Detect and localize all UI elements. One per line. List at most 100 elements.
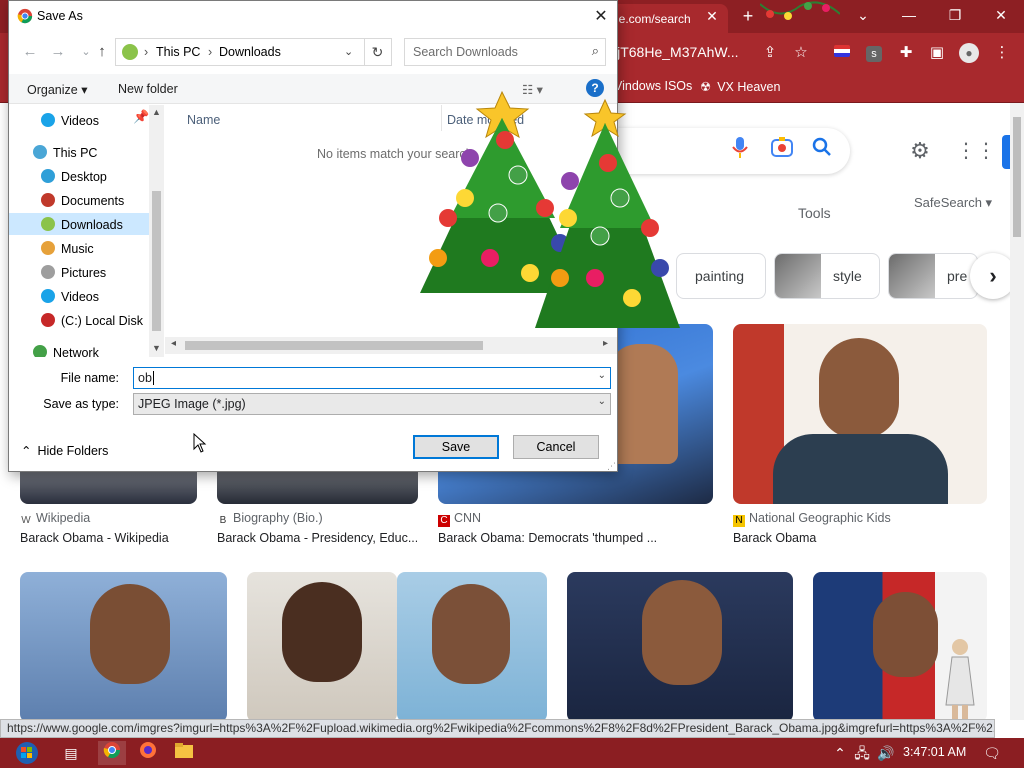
scroll-left-icon[interactable]: ◂: [171, 338, 176, 349]
result-title[interactable]: Barack Obama: Democrats 'thumped ...: [438, 531, 668, 545]
volume-tray-icon[interactable]: 🔊: [872, 741, 900, 765]
result-source[interactable]: B Biography (Bio.): [217, 511, 323, 527]
restore-icon[interactable]: ❐: [932, 0, 978, 30]
breadcrumb-downloads[interactable]: Downloads: [219, 45, 281, 59]
nav-item-c-local-disk[interactable]: (C:) Local Disk: [9, 309, 149, 331]
scroll-up-icon[interactable]: ▲: [152, 107, 161, 117]
chip-pre[interactable]: pre: [888, 253, 978, 299]
result-image[interactable]: [397, 572, 547, 720]
tab-search-icon[interactable]: ⌄: [840, 0, 886, 30]
apps-grid-icon[interactable]: ⋮⋮⋮: [956, 137, 1010, 165]
menu-kebab-icon[interactable]: ⋮: [990, 41, 1014, 65]
scrollbar-thumb[interactable]: [185, 341, 483, 350]
firefox-taskbar-icon[interactable]: [134, 741, 162, 765]
chips-next-arrow-icon[interactable]: ›: [970, 253, 1010, 299]
file-explorer-taskbar-icon[interactable]: [170, 741, 198, 765]
sign-in-button[interactable]: [1002, 135, 1010, 169]
nav-item-music[interactable]: Music: [9, 237, 149, 259]
desktop-pet-figure[interactable]: [940, 635, 980, 720]
waving-hand-shape: [608, 344, 678, 464]
result-source[interactable]: C CNN: [438, 511, 481, 527]
result-image[interactable]: [247, 572, 397, 720]
nav-item-documents[interactable]: Documents: [9, 189, 149, 211]
address-breadcrumb[interactable]: › This PC › Downloads ⌄: [115, 38, 365, 66]
hide-folders-toggle[interactable]: ⌃ Hide Folders: [21, 443, 108, 458]
notifications-icon[interactable]: 🗨: [978, 741, 1006, 765]
taskbar-clock[interactable]: 3:47:01 AM: [903, 745, 966, 759]
status-url: https://www.google.com/imgres?imgurl=htt…: [7, 721, 995, 735]
file-name-dropdown-icon[interactable]: ⌄: [598, 370, 606, 381]
breadcrumb-this-pc[interactable]: This PC: [156, 45, 200, 59]
refresh-icon[interactable]: ↻: [364, 38, 392, 66]
column-header-name[interactable]: Name: [187, 113, 220, 127]
nav-item-videos[interactable]: Videos: [9, 109, 149, 131]
page-scrollbar[interactable]: [1010, 103, 1024, 720]
safesearch-menu[interactable]: SafeSearch ▾: [914, 195, 992, 211]
result-title[interactable]: Barack Obama: [733, 531, 963, 545]
address-text: cwjT68He_M37AhW...: [600, 44, 739, 60]
minimize-icon[interactable]: —: [886, 0, 932, 30]
result-image[interactable]: [733, 324, 987, 504]
nav-pane-scrollbar[interactable]: ▲ ▼: [149, 105, 164, 357]
share-icon[interactable]: ⇪: [758, 41, 782, 65]
extensions-puzzle-icon[interactable]: ✚: [894, 41, 918, 65]
save-type-dropdown-icon[interactable]: ⌄: [598, 396, 606, 407]
bookmark-star-icon[interactable]: ☆: [789, 41, 813, 65]
tools-button[interactable]: Tools: [798, 205, 831, 221]
save-type-select[interactable]: JPEG Image (*.jpg) ⌄: [133, 393, 611, 415]
scrollbar-thumb[interactable]: [152, 191, 161, 331]
result-title[interactable]: Barack Obama - Wikipedia: [20, 531, 200, 545]
resize-grip-icon[interactable]: ⋰: [607, 461, 616, 472]
up-arrow-icon[interactable]: ↑: [91, 41, 113, 63]
search-icon[interactable]: [808, 137, 836, 165]
scrollbar-thumb[interactable]: [1013, 117, 1021, 237]
nav-item-videos[interactable]: Videos: [9, 285, 149, 307]
tab-close-icon[interactable]: ✕: [702, 6, 722, 26]
dialog-search-input[interactable]: Search Downloads ⌕: [404, 38, 606, 66]
chrome-taskbar-icon[interactable]: [98, 741, 126, 765]
dialog-close-icon[interactable]: ✕: [589, 5, 613, 29]
nav-item-downloads[interactable]: Downloads: [9, 213, 149, 235]
breadcrumb-separator-icon: ›: [208, 45, 213, 59]
start-button[interactable]: [10, 741, 44, 765]
result-title[interactable]: Barack Obama - Presidency, Educ...: [217, 531, 417, 545]
back-arrow-icon[interactable]: ←: [19, 41, 41, 63]
result-image[interactable]: [567, 572, 793, 720]
lens-search-icon[interactable]: [768, 137, 796, 165]
new-tab-icon[interactable]: +: [737, 6, 759, 28]
result-image[interactable]: [20, 572, 227, 720]
scroll-down-icon[interactable]: ▼: [152, 343, 161, 353]
save-button[interactable]: Save: [413, 435, 499, 459]
music-icon: [41, 241, 55, 255]
address-bar[interactable]: cwjT68He_M37AhW...: [600, 37, 820, 67]
chip-style[interactable]: style: [774, 253, 880, 299]
dialog-title-bar[interactable]: Save As ✕: [9, 1, 617, 32]
extension-flag-icon[interactable]: [830, 41, 854, 65]
side-panel-icon[interactable]: ▣: [925, 41, 949, 65]
nav-item-network[interactable]: Network: [9, 341, 149, 357]
settings-gear-icon[interactable]: ⚙: [906, 137, 934, 165]
profile-avatar-icon[interactable]: ●: [957, 41, 981, 65]
voice-search-icon[interactable]: [726, 137, 754, 165]
cancel-button[interactable]: Cancel: [513, 435, 599, 459]
nav-item-pictures[interactable]: Pictures: [9, 261, 149, 283]
nav-item-desktop[interactable]: Desktop: [9, 165, 149, 187]
file-list-hscrollbar[interactable]: ◂ ▸: [165, 337, 617, 354]
scroll-right-icon[interactable]: ▸: [603, 338, 608, 349]
bookmark-vx-heaven[interactable]: ☢ VX Heaven: [700, 79, 780, 94]
nav-item-this-pc[interactable]: This PC: [9, 141, 149, 163]
organize-button[interactable]: Organize ▾: [27, 82, 87, 97]
nav-item-label: Videos: [61, 114, 99, 128]
file-name-input[interactable]: ob ⌄: [133, 367, 611, 389]
forward-arrow-icon[interactable]: →: [47, 41, 69, 63]
breadcrumb-dropdown-icon[interactable]: ⌄: [344, 45, 353, 58]
extension-s-icon[interactable]: s: [862, 41, 886, 65]
task-view-icon[interactable]: ▤: [57, 741, 85, 765]
clock-time: 3:47:01 AM: [903, 745, 967, 759]
result-source[interactable]: N National Geographic Kids: [733, 511, 891, 527]
bookmark-label: VX Heaven: [717, 80, 781, 94]
organize-label: Organize: [27, 83, 78, 97]
result-source[interactable]: W Wikipedia: [20, 511, 90, 527]
new-folder-button[interactable]: New folder: [118, 82, 178, 96]
window-close-icon[interactable]: ✕: [978, 0, 1024, 30]
